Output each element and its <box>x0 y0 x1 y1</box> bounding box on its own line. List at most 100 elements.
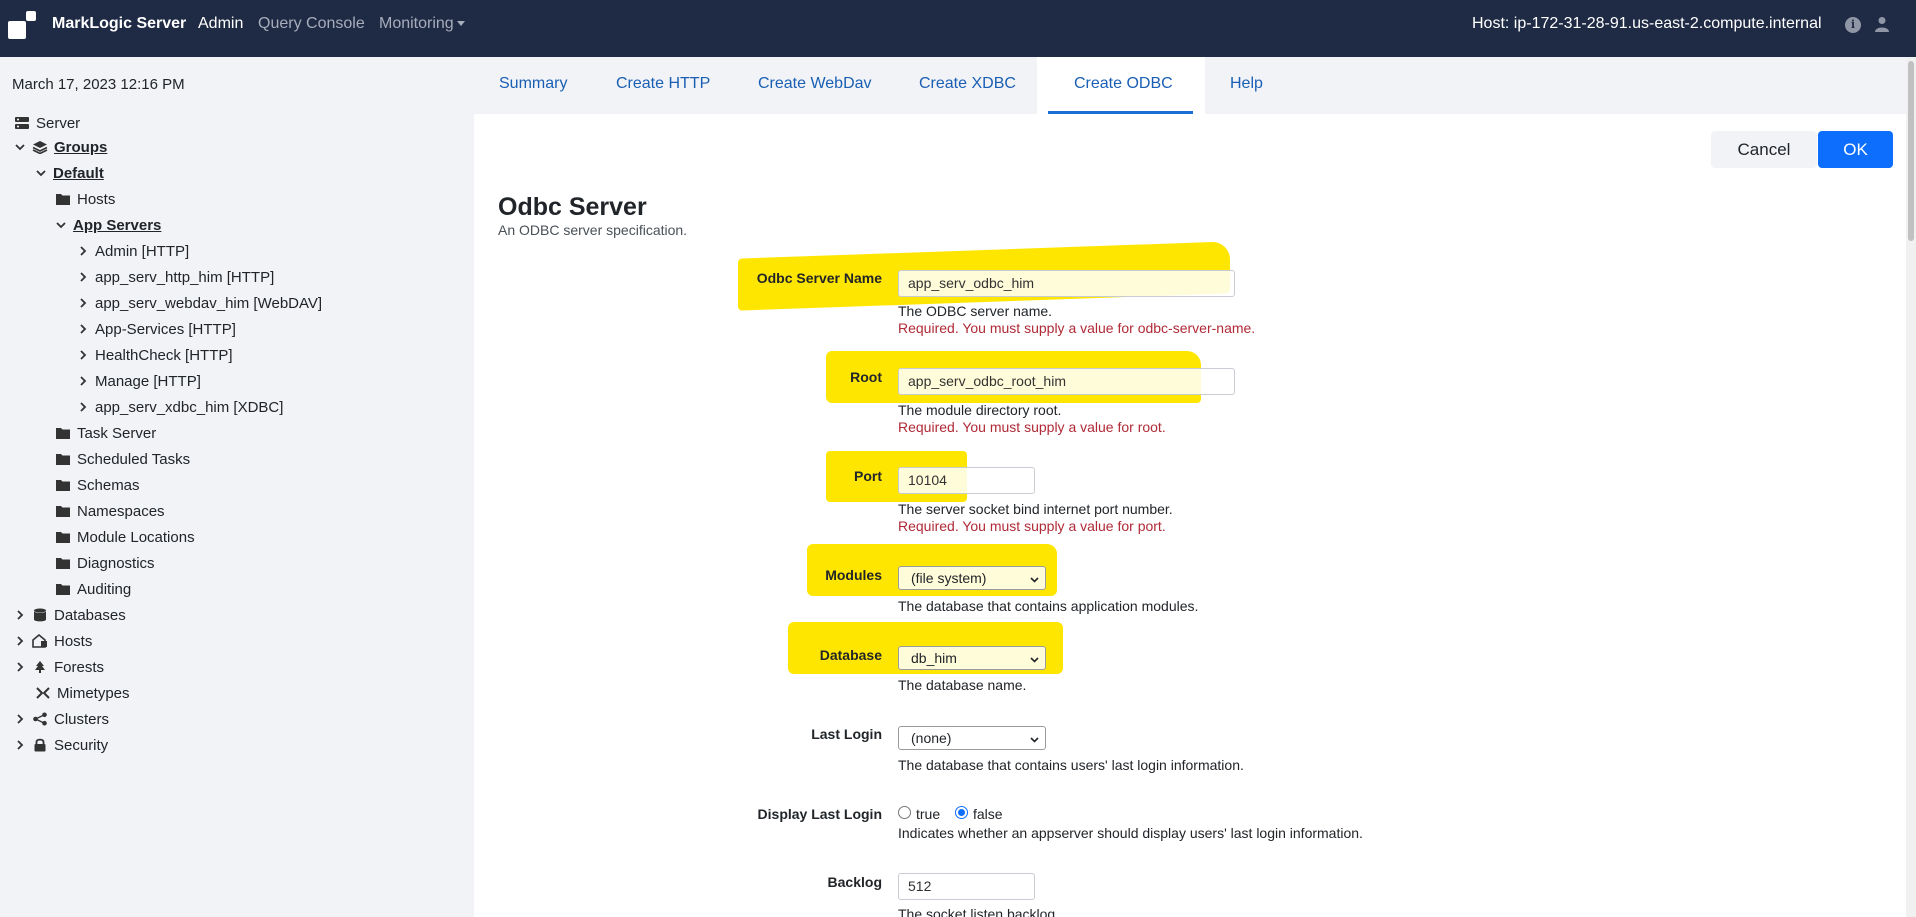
tree-item-default[interactable]: Default <box>35 163 104 183</box>
tab-create-webdav[interactable]: Create WebDav <box>758 75 872 93</box>
tree-item-auditing[interactable]: Auditing <box>55 579 131 599</box>
chevron-right-icon[interactable] <box>14 713 26 725</box>
chevron-right-icon[interactable] <box>77 323 89 335</box>
marklogic-logo[interactable] <box>8 11 36 39</box>
folder-icon <box>56 506 70 517</box>
tab-create-odbc[interactable]: Create ODBC <box>1074 75 1173 93</box>
nav-monitoring[interactable]: Monitoring <box>379 15 465 33</box>
host-label: Host: ip-172-31-28-91.us-east-2.compute.… <box>1472 15 1822 32</box>
tree-label: Diagnostics <box>77 554 155 572</box>
tree-item-app-servers[interactable]: App Servers <box>55 215 161 235</box>
ok-button[interactable]: OK <box>1818 131 1893 168</box>
tab-summary[interactable]: Summary <box>499 75 567 93</box>
tree-item-app-server[interactable]: Manage [HTTP] <box>77 371 201 391</box>
folder-icon <box>56 558 70 569</box>
tree-item-hosts-group[interactable]: Hosts <box>55 189 115 209</box>
radio-false[interactable] <box>955 806 968 819</box>
radio-false-label: false <box>973 806 1003 822</box>
chevron-right-icon[interactable] <box>77 271 89 283</box>
info-icon[interactable]: i <box>1845 17 1861 33</box>
chevron-right-icon[interactable] <box>77 375 89 387</box>
folder-icon <box>56 532 70 543</box>
cancel-button[interactable]: Cancel <box>1711 131 1817 168</box>
chevron-down-icon <box>1030 657 1039 663</box>
database-icon <box>34 608 46 622</box>
main-content <box>474 114 1906 917</box>
chevron-right-icon[interactable] <box>77 401 89 413</box>
tree-item-clusters[interactable]: Clusters <box>14 709 109 729</box>
tree-item-app-server[interactable]: Admin [HTTP] <box>77 241 189 261</box>
tree-label: Schemas <box>77 476 140 494</box>
vertical-scrollbar[interactable] <box>1906 57 1916 917</box>
chevron-right-icon[interactable] <box>77 245 89 257</box>
tree-label: Task Server <box>77 424 157 442</box>
lock-icon <box>34 738 46 752</box>
last-login-select[interactable]: (none) <box>898 726 1046 750</box>
database-label: Database <box>819 647 882 663</box>
radio-true[interactable] <box>898 806 911 819</box>
tree-item-hosts[interactable]: Hosts <box>14 631 92 651</box>
chevron-down-icon[interactable] <box>14 141 26 153</box>
odbc-server-name-input[interactable]: app_serv_odbc_him <box>898 270 1235 297</box>
tree-item-app-server[interactable]: App-Services [HTTP] <box>77 319 236 339</box>
layers-icon <box>32 141 48 154</box>
chevron-right-icon[interactable] <box>14 739 26 751</box>
chevron-right-icon[interactable] <box>77 349 89 361</box>
tree-item-scheduled-tasks[interactable]: Scheduled Tasks <box>55 449 190 469</box>
tree-item-diagnostics[interactable]: Diagnostics <box>55 553 155 573</box>
chevron-down-icon <box>1030 577 1039 583</box>
folder-icon <box>56 480 70 491</box>
database-select[interactable]: db_him <box>898 646 1046 670</box>
tree-item-databases[interactable]: Databases <box>14 605 126 625</box>
user-icon[interactable] <box>1874 16 1890 32</box>
tree-label: App Servers <box>73 216 162 234</box>
tree-label: Groups <box>54 138 108 156</box>
tree-item-app-server[interactable]: app_serv_webdav_him [WebDAV] <box>77 293 322 313</box>
tree-label: HealthCheck [HTTP] <box>95 346 233 364</box>
odbc-server-name-error: Required. You must supply a value for od… <box>898 320 1256 336</box>
tree-item-module-locations[interactable]: Module Locations <box>55 527 195 547</box>
tree-item-schemas[interactable]: Schemas <box>55 475 140 495</box>
nav-admin[interactable]: Admin <box>198 15 243 33</box>
tree-item-app-server[interactable]: app_serv_xdbc_him [XDBC] <box>77 397 283 417</box>
chevron-down-icon[interactable] <box>55 219 67 231</box>
tree-item-mimetypes[interactable]: Mimetypes <box>35 683 130 703</box>
database-selected-value: db_him <box>911 650 957 666</box>
tree-label: Server <box>36 114 81 132</box>
modules-selected-value: (file system) <box>911 570 987 586</box>
tree-item-forests[interactable]: Forests <box>14 657 104 677</box>
port-input[interactable]: 10104 <box>898 467 1035 494</box>
tree-item-task-server[interactable]: Task Server <box>55 423 156 443</box>
mimetypes-icon <box>36 687 50 699</box>
modules-select[interactable]: (file system) <box>898 566 1046 590</box>
chevron-down-icon[interactable] <box>35 167 47 179</box>
root-input[interactable]: app_serv_odbc_root_him <box>898 368 1235 395</box>
tree-item-namespaces[interactable]: Namespaces <box>55 501 165 521</box>
chevron-right-icon[interactable] <box>14 635 26 647</box>
tree-item-security[interactable]: Security <box>14 735 108 755</box>
tree-label: Hosts <box>77 190 116 208</box>
nav-query-console[interactable]: Query Console <box>258 15 365 33</box>
tab-create-xdbc[interactable]: Create XDBC <box>919 75 1016 93</box>
page-subtitle: An ODBC server specification. <box>498 222 688 238</box>
hosts-icon <box>32 634 47 648</box>
chevron-right-icon[interactable] <box>77 297 89 309</box>
port-help: The server socket bind internet port num… <box>898 501 1173 517</box>
backlog-label: Backlog <box>827 874 882 890</box>
chevron-right-icon[interactable] <box>14 661 26 673</box>
scrollbar-thumb[interactable] <box>1908 61 1914 241</box>
tree-item-groups[interactable]: Groups <box>14 137 107 157</box>
tree-item-app-server[interactable]: app_serv_http_him [HTTP] <box>77 267 274 287</box>
chevron-right-icon[interactable] <box>14 609 26 621</box>
tab-create-http[interactable]: Create HTTP <box>616 75 710 93</box>
modules-label: Modules <box>825 567 882 583</box>
tree-item-server[interactable]: Server <box>14 113 80 133</box>
tab-help[interactable]: Help <box>1230 75 1263 93</box>
folder-icon <box>56 428 70 439</box>
backlog-input[interactable]: 512 <box>898 873 1035 900</box>
tree-item-app-server[interactable]: HealthCheck [HTTP] <box>77 345 233 365</box>
tree-label: Scheduled Tasks <box>77 450 191 468</box>
chevron-down-icon <box>456 21 465 27</box>
brand-name[interactable]: MarkLogic Server <box>52 15 186 33</box>
display-last-login-label: Display Last Login <box>757 806 882 822</box>
